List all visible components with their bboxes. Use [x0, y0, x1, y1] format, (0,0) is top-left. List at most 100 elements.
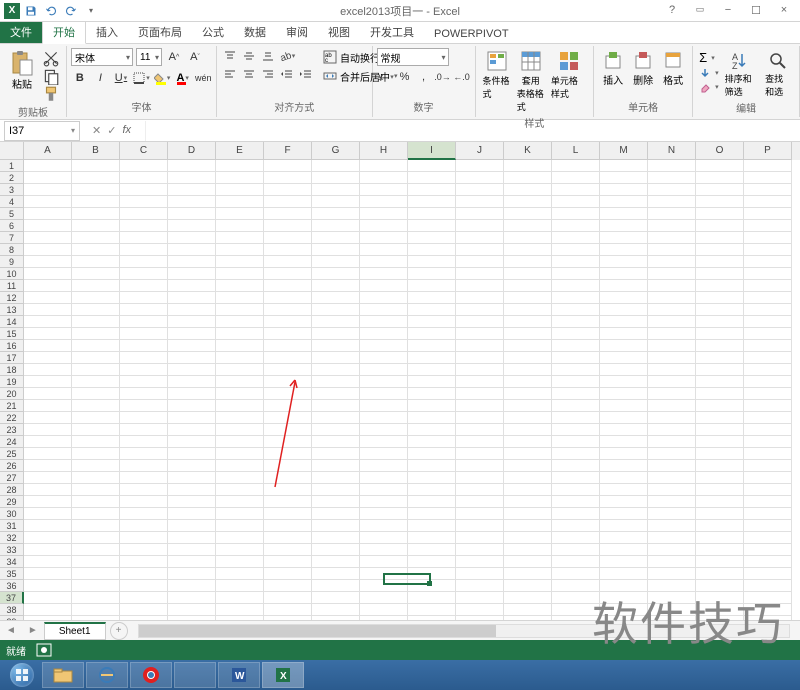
- cell[interactable]: [312, 436, 360, 448]
- cell[interactable]: [120, 484, 168, 496]
- cell[interactable]: [360, 460, 408, 472]
- cell[interactable]: [24, 568, 72, 580]
- cell[interactable]: [456, 328, 504, 340]
- cell[interactable]: [168, 496, 216, 508]
- cell[interactable]: [24, 196, 72, 208]
- cell[interactable]: [600, 496, 648, 508]
- cell[interactable]: [264, 568, 312, 580]
- redo-icon[interactable]: [62, 2, 80, 20]
- cell[interactable]: [360, 508, 408, 520]
- cell[interactable]: [264, 244, 312, 256]
- cell[interactable]: [504, 316, 552, 328]
- cell[interactable]: [216, 208, 264, 220]
- cell[interactable]: [360, 268, 408, 280]
- cell[interactable]: [264, 412, 312, 424]
- cell[interactable]: [744, 460, 792, 472]
- cell[interactable]: [696, 328, 744, 340]
- row-header[interactable]: 15: [0, 328, 24, 340]
- cell[interactable]: [696, 568, 744, 580]
- cell[interactable]: [696, 196, 744, 208]
- cell[interactable]: [360, 232, 408, 244]
- horizontal-scrollbar[interactable]: [138, 624, 790, 638]
- cell[interactable]: [168, 616, 216, 620]
- phonetic-button[interactable]: wén: [194, 69, 212, 87]
- border-button[interactable]: [133, 69, 151, 87]
- cell[interactable]: [744, 208, 792, 220]
- cell[interactable]: [456, 520, 504, 532]
- cell[interactable]: [264, 352, 312, 364]
- cell[interactable]: [648, 196, 696, 208]
- cell[interactable]: [552, 580, 600, 592]
- cell[interactable]: [456, 376, 504, 388]
- cell[interactable]: [600, 424, 648, 436]
- cell[interactable]: [216, 508, 264, 520]
- cell[interactable]: [552, 436, 600, 448]
- cell[interactable]: [264, 604, 312, 616]
- cell[interactable]: [168, 604, 216, 616]
- cell[interactable]: [600, 340, 648, 352]
- cell[interactable]: [264, 472, 312, 484]
- row-header[interactable]: 1: [0, 160, 24, 172]
- cell[interactable]: [24, 376, 72, 388]
- cell[interactable]: [72, 232, 120, 244]
- cell[interactable]: [504, 172, 552, 184]
- cell[interactable]: [552, 472, 600, 484]
- cell[interactable]: [72, 592, 120, 604]
- cell[interactable]: [216, 424, 264, 436]
- cell[interactable]: [312, 196, 360, 208]
- row-header[interactable]: 25: [0, 448, 24, 460]
- cell[interactable]: [120, 412, 168, 424]
- cell[interactable]: [456, 484, 504, 496]
- increase-decimal-icon[interactable]: .0→: [434, 68, 452, 86]
- cell[interactable]: [312, 460, 360, 472]
- cell[interactable]: [24, 172, 72, 184]
- cell[interactable]: [744, 364, 792, 376]
- cell[interactable]: [744, 580, 792, 592]
- cell[interactable]: [552, 208, 600, 220]
- currency-icon[interactable]: ¥: [377, 68, 395, 86]
- cell[interactable]: [696, 412, 744, 424]
- cell[interactable]: [696, 520, 744, 532]
- cell[interactable]: [360, 292, 408, 304]
- font-name-combo[interactable]: 宋体: [71, 48, 133, 66]
- cell[interactable]: [648, 292, 696, 304]
- cell[interactable]: [648, 400, 696, 412]
- column-header[interactable]: M: [600, 142, 648, 160]
- decrease-indent-icon[interactable]: [278, 66, 296, 82]
- cell[interactable]: [120, 532, 168, 544]
- cell[interactable]: [120, 556, 168, 568]
- cell[interactable]: [552, 400, 600, 412]
- cell[interactable]: [648, 376, 696, 388]
- cell[interactable]: [504, 376, 552, 388]
- cell[interactable]: [72, 292, 120, 304]
- cell[interactable]: [72, 208, 120, 220]
- cell[interactable]: [408, 580, 456, 592]
- cell[interactable]: [264, 388, 312, 400]
- cell[interactable]: [120, 328, 168, 340]
- cell[interactable]: [72, 268, 120, 280]
- cell[interactable]: [600, 400, 648, 412]
- taskbar-blank-icon[interactable]: [174, 662, 216, 688]
- column-header[interactable]: H: [360, 142, 408, 160]
- cell[interactable]: [600, 460, 648, 472]
- cell[interactable]: [552, 388, 600, 400]
- cell[interactable]: [312, 280, 360, 292]
- cell[interactable]: [360, 556, 408, 568]
- cell[interactable]: [408, 448, 456, 460]
- cell[interactable]: [312, 268, 360, 280]
- cell[interactable]: [312, 544, 360, 556]
- undo-icon[interactable]: [42, 2, 60, 20]
- cell[interactable]: [168, 508, 216, 520]
- cell[interactable]: [648, 160, 696, 172]
- cell[interactable]: [456, 304, 504, 316]
- cell[interactable]: [264, 376, 312, 388]
- column-header[interactable]: P: [744, 142, 792, 160]
- cell[interactable]: [72, 496, 120, 508]
- cell[interactable]: [504, 400, 552, 412]
- cell[interactable]: [216, 352, 264, 364]
- cell[interactable]: [24, 436, 72, 448]
- cell[interactable]: [72, 520, 120, 532]
- cell[interactable]: [648, 352, 696, 364]
- cell[interactable]: [600, 172, 648, 184]
- cell[interactable]: [24, 496, 72, 508]
